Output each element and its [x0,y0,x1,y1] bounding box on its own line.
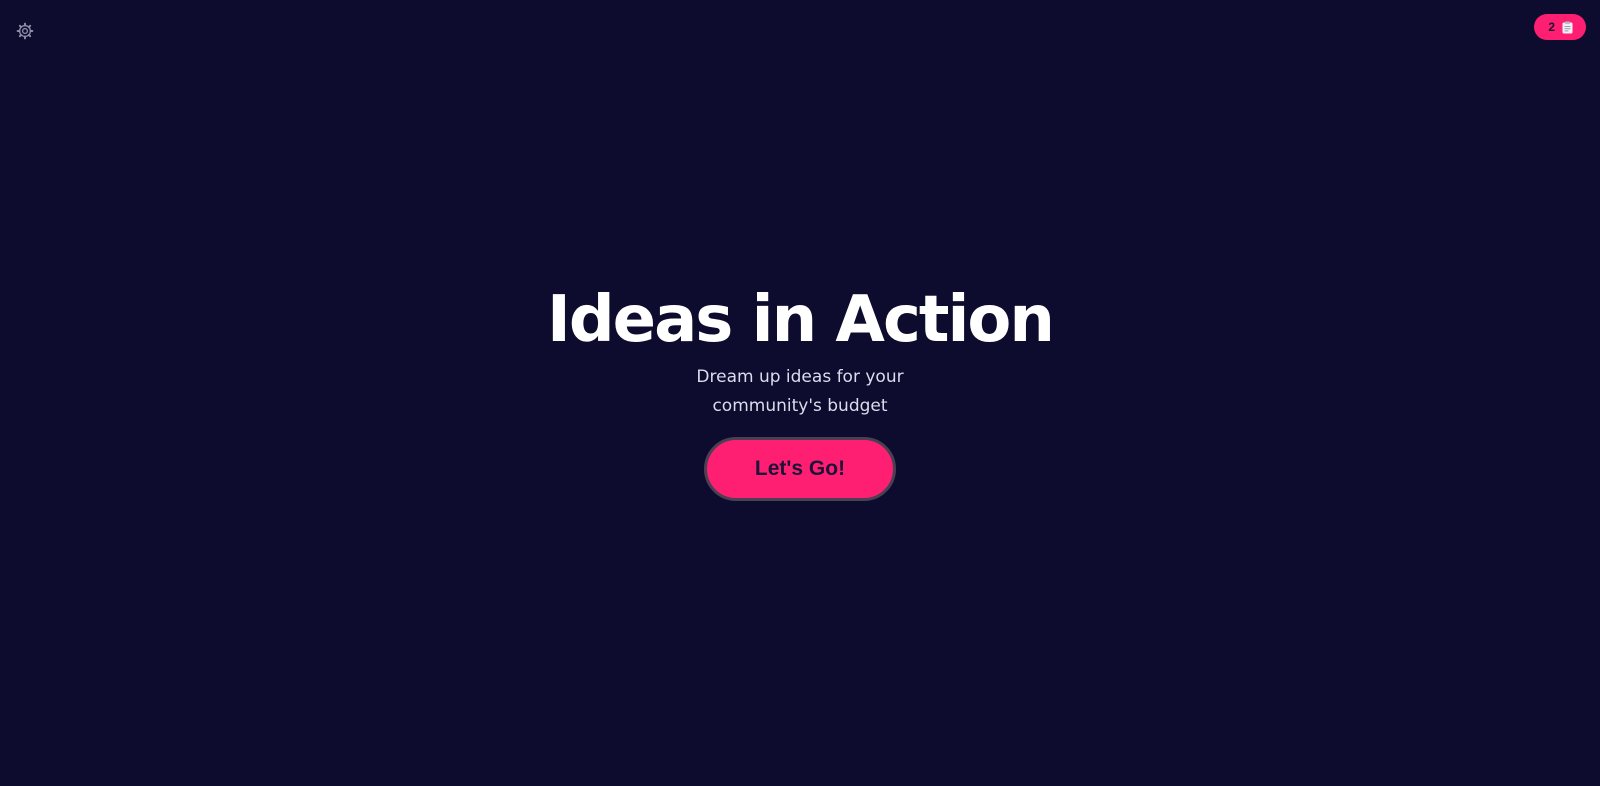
lets-go-button[interactable]: Let's Go! [704,437,896,501]
page-title: Ideas in Action [547,283,1055,357]
badge-count: 2 [1548,20,1555,34]
gear-icon [16,22,34,40]
ideas-count-badge[interactable]: 2 [1534,14,1586,40]
landing-page: 2 Ideas in Action Dream up ideas for you… [0,0,1600,786]
page-subtitle: Dream up ideas for your community's budg… [696,367,904,416]
settings-button[interactable] [14,20,36,42]
clipboard-icon [1562,21,1573,33]
hero-section: Ideas in Action Dream up ideas for your … [0,278,1600,501]
